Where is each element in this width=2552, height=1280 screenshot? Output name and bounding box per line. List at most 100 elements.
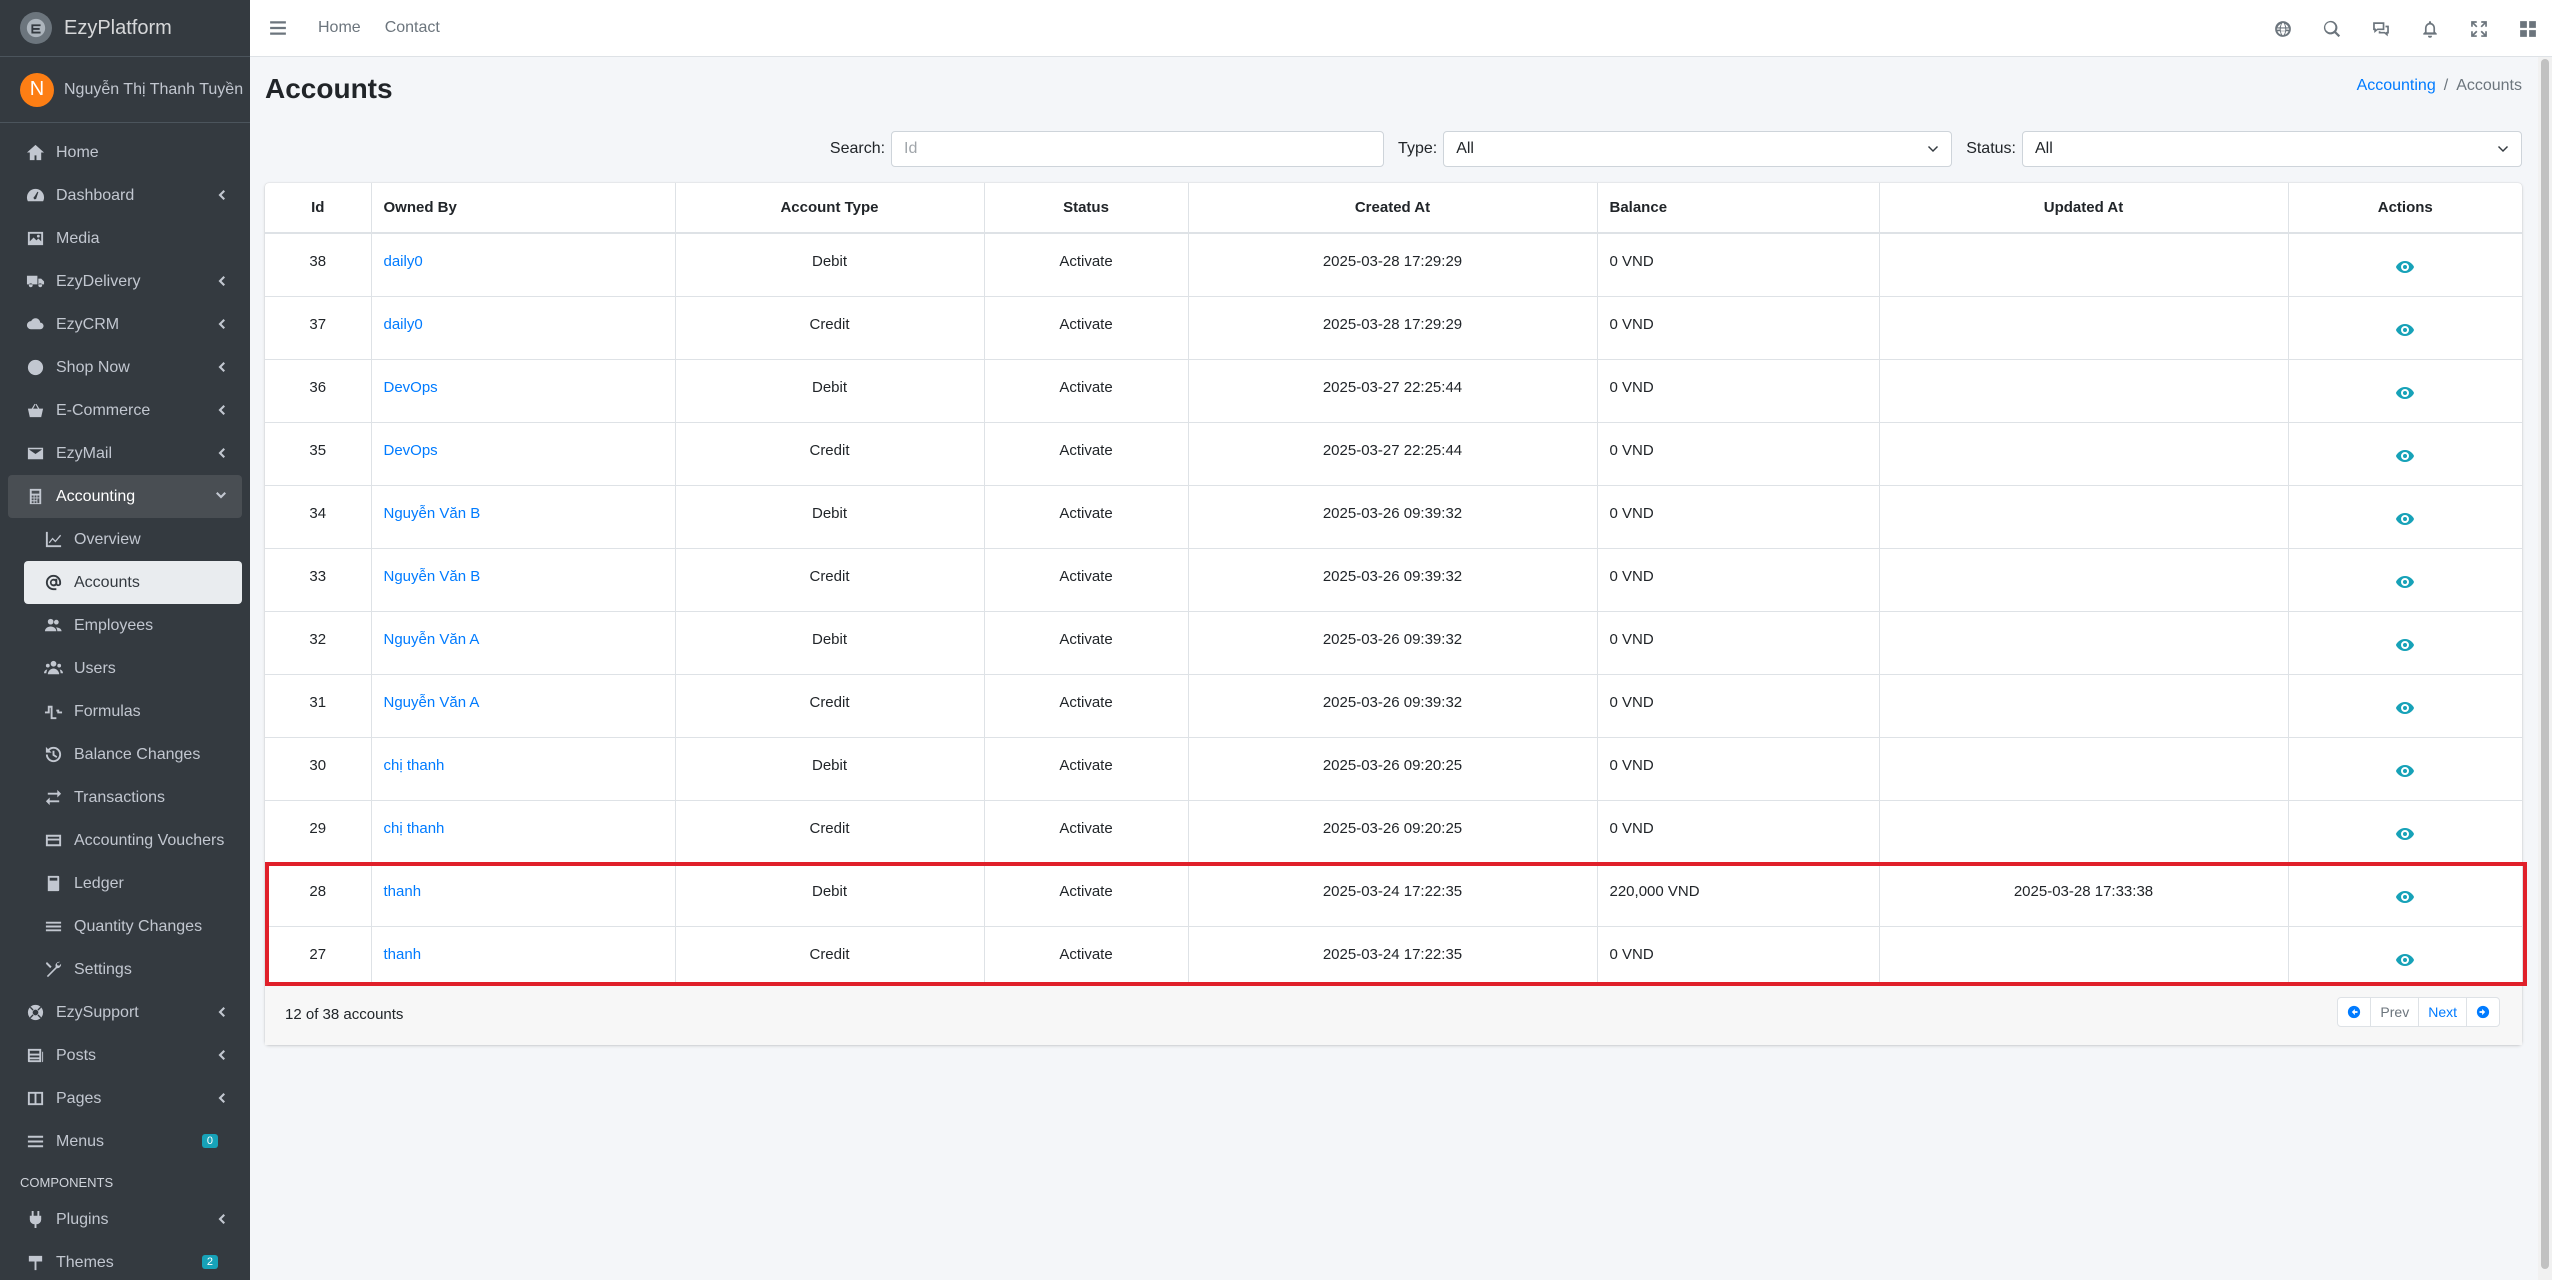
chevron-down-icon <box>2498 146 2508 152</box>
sidebar-item-e-commerce[interactable]: E-Commerce <box>8 389 242 432</box>
cell-status: Activate <box>984 673 1189 737</box>
sidebar-item-label: Quantity Changes <box>74 917 203 935</box>
sidebar-item-balance-changes[interactable]: Balance Changes <box>8 733 242 776</box>
owner-link[interactable]: Nguyễn Văn A <box>384 631 480 648</box>
breadcrumb-accounting-link[interactable]: Accounting <box>2357 77 2436 94</box>
sidebar-item-accounting-vouchers[interactable]: Accounting Vouchers <box>8 819 242 862</box>
header-account-type[interactable]: Account Type <box>675 183 985 234</box>
header-updated-at[interactable]: Updated At <box>1879 183 2289 234</box>
sidebar-item-transactions[interactable]: Transactions <box>8 776 242 819</box>
menu-toggle-icon[interactable] <box>250 0 306 57</box>
sidebar-item-quantity-changes[interactable]: Quantity Changes <box>8 905 242 948</box>
brand[interactable]: EzyPlatform <box>0 0 250 57</box>
header-id[interactable]: Id <box>265 183 372 234</box>
prev-arrow-icon[interactable] <box>2338 998 2372 1026</box>
owner-link[interactable]: daily0 <box>384 316 423 333</box>
bell-icon[interactable] <box>2405 0 2454 57</box>
cell-actions <box>2288 925 2522 989</box>
view-eye-icon[interactable] <box>2395 887 2415 907</box>
owner-link[interactable]: DevOps <box>384 442 438 459</box>
type-select[interactable]: All <box>1443 131 1953 167</box>
view-eye-icon[interactable] <box>2395 572 2415 592</box>
view-eye-icon[interactable] <box>2395 950 2415 970</box>
view-eye-icon[interactable] <box>2395 635 2415 655</box>
sidebar-badge: 0 <box>201 1134 218 1148</box>
scrollbar[interactable] <box>2538 57 2552 1280</box>
globe-icon[interactable] <box>2258 0 2307 57</box>
sidebar-item-users[interactable]: Users <box>8 647 242 690</box>
breadcrumb: Accounting / Accounts <box>2357 77 2522 95</box>
topbar-contact-link[interactable]: Contact <box>373 19 452 37</box>
cell-balance: 0 VND <box>1597 295 1880 359</box>
sidebar-item-dashboard[interactable]: Dashboard <box>8 174 242 217</box>
search-icon[interactable] <box>2307 0 2356 57</box>
user-panel[interactable]: N Nguyễn Thị Thanh Tuyền <box>0 57 250 123</box>
cell-id: 38 <box>265 232 372 296</box>
scrollbar-thumb[interactable] <box>2541 59 2549 1269</box>
sidebar-item-pages[interactable]: Pages <box>8 1077 242 1120</box>
sidebar-item-ezycrm[interactable]: EzyCRM <box>8 303 242 346</box>
cell-updated-at <box>1879 358 2289 422</box>
cell-created-at: 2025-03-26 09:39:32 <box>1188 484 1598 548</box>
cell-status: Activate <box>984 547 1189 611</box>
pagination-summary: 12 of 38 accounts <box>285 1006 404 1023</box>
sidebar-item-ezydelivery[interactable]: EzyDelivery <box>8 260 242 303</box>
header-status[interactable]: Status <box>984 183 1189 234</box>
sidebar-item-shop-now[interactable]: Shop Now <box>8 346 242 389</box>
sidebar-item-overview[interactable]: Overview <box>8 518 242 561</box>
owner-link[interactable]: thanh <box>384 946 422 963</box>
sidebar-item-settings[interactable]: Settings <box>8 948 242 991</box>
cell-created-at: 2025-03-24 17:22:35 <box>1188 862 1598 926</box>
header-balance[interactable]: Balance <box>1597 183 1880 234</box>
filters: Search: Id Type: All Status: All <box>816 131 2522 167</box>
chevron-left-icon <box>214 1212 228 1226</box>
chevron-down-icon <box>1928 146 1939 152</box>
status-select[interactable]: All <box>2022 131 2522 167</box>
sidebar-item-themes[interactable]: Themes 2 <box>8 1241 242 1280</box>
search-input[interactable]: Id <box>891 131 1385 167</box>
owner-link[interactable]: Nguyễn Văn B <box>384 568 481 585</box>
owner-link[interactable]: chị thanh <box>384 757 445 774</box>
view-eye-icon[interactable] <box>2395 257 2415 277</box>
sidebar-item-ledger[interactable]: Ledger <box>8 862 242 905</box>
sidebar-item-posts[interactable]: Posts <box>8 1034 242 1077</box>
status-label: Status: <box>1966 140 2016 157</box>
fullscreen-icon[interactable] <box>2454 0 2503 57</box>
chevron-left-icon <box>214 317 228 331</box>
view-eye-icon[interactable] <box>2395 761 2415 781</box>
owner-link[interactable]: thanh <box>384 883 422 900</box>
next-button[interactable]: Next <box>2419 998 2467 1026</box>
view-eye-icon[interactable] <box>2395 320 2415 340</box>
owner-link[interactable]: DevOps <box>384 379 438 396</box>
header-created-at[interactable]: Created At <box>1188 183 1598 234</box>
voucher-icon <box>42 830 64 852</box>
sidebar-item-ezymail[interactable]: EzyMail <box>8 432 242 475</box>
apps-grid-icon[interactable] <box>2503 0 2552 57</box>
owner-link[interactable]: Nguyễn Văn A <box>384 694 480 711</box>
sidebar-item-plugins[interactable]: Plugins <box>8 1198 242 1241</box>
view-eye-icon[interactable] <box>2395 509 2415 529</box>
owner-link[interactable]: chị thanh <box>384 820 445 837</box>
sidebar-item-home[interactable]: Home <box>8 131 242 174</box>
prev-button[interactable]: Prev <box>2371 998 2420 1026</box>
sidebar-item-accounting[interactable]: Accounting <box>8 475 242 518</box>
view-eye-icon[interactable] <box>2395 824 2415 844</box>
topbar-icons <box>2258 0 2552 57</box>
sidebar-item-formulas[interactable]: Formulas <box>8 690 242 733</box>
messages-icon[interactable] <box>2356 0 2405 57</box>
sidebar-item-ezysupport[interactable]: EzySupport <box>8 991 242 1034</box>
cell-updated-at <box>1879 295 2289 359</box>
topbar-home-link[interactable]: Home <box>306 19 373 37</box>
owner-link[interactable]: daily0 <box>384 253 423 270</box>
view-eye-icon[interactable] <box>2395 446 2415 466</box>
view-eye-icon[interactable] <box>2395 383 2415 403</box>
next-arrow-icon[interactable] <box>2467 998 2499 1026</box>
sidebar-item-menus[interactable]: Menus 0 <box>8 1120 242 1163</box>
sidebar-item-media[interactable]: Media <box>8 217 242 260</box>
view-eye-icon[interactable] <box>2395 698 2415 718</box>
sidebar-item-label: Media <box>56 229 100 247</box>
sidebar-item-employees[interactable]: Employees <box>8 604 242 647</box>
sidebar-item-accounts[interactable]: Accounts <box>24 561 242 604</box>
owner-link[interactable]: Nguyễn Văn B <box>384 505 481 522</box>
header-owned-by[interactable]: Owned By <box>371 183 676 234</box>
